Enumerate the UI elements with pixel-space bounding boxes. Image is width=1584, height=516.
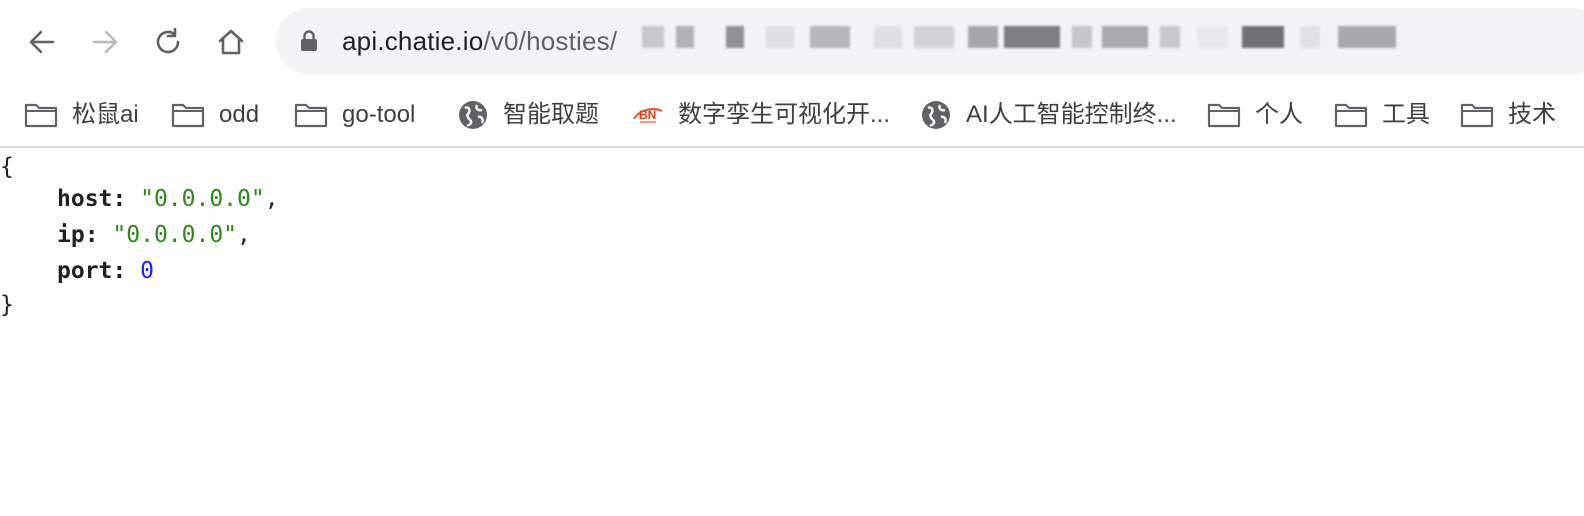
redacted-url-segment bbox=[638, 26, 1408, 56]
bookmarks-bar: 松鼠ai odd go-tool 智能取题 BN 数字孪生可视化开... AI人… bbox=[0, 84, 1584, 148]
globe-icon bbox=[920, 99, 952, 131]
json-comma: , bbox=[264, 186, 279, 212]
bookmark-folder-tools[interactable]: 工具 bbox=[1334, 96, 1430, 134]
bookmark-label: 数字孪生可视化开... bbox=[678, 101, 891, 128]
json-entry-ip: ip: "0.0.0.0", bbox=[57, 222, 251, 248]
json-viewer: { host: "0.0.0.0", ip: "0.0.0.0", port: … bbox=[0, 148, 1584, 516]
reload-icon bbox=[156, 27, 180, 54]
json-entry-port: port: 0 bbox=[57, 258, 154, 284]
bookmark-label: AI人工智能控制终... bbox=[966, 101, 1177, 128]
bookmark-label: 松鼠ai bbox=[72, 101, 139, 128]
bookmark-ai-control[interactable]: AI人工智能控制终... bbox=[920, 96, 1177, 134]
bookmark-digital-twin[interactable]: BN 数字孪生可视化开... bbox=[632, 96, 890, 134]
reload-button[interactable] bbox=[146, 20, 190, 64]
svg-text:BN: BN bbox=[639, 108, 656, 122]
json-value-string: "0.0.0.0" bbox=[112, 222, 238, 248]
bookmark-label: 技术 bbox=[1508, 101, 1556, 128]
bookmark-label: go-tool bbox=[342, 101, 416, 128]
bookmark-label: 智能取题 bbox=[503, 101, 599, 128]
bookmark-folder-tech[interactable]: 技术 bbox=[1460, 96, 1556, 134]
browser-window: api.chatie.io/v0/hosties/ 松鼠ai odd go-to… bbox=[0, 0, 1584, 516]
url-text[interactable]: api.chatie.io/v0/hosties/ bbox=[342, 25, 617, 57]
folder-icon bbox=[1460, 102, 1494, 128]
folder-icon bbox=[24, 102, 58, 128]
bookmark-folder-go-tool[interactable]: go-tool bbox=[294, 96, 415, 134]
bookmark-label: 个人 bbox=[1255, 101, 1303, 128]
browser-toolbar: api.chatie.io/v0/hosties/ bbox=[0, 0, 1584, 84]
arrow-left-icon bbox=[29, 30, 55, 54]
folder-icon bbox=[294, 102, 328, 128]
json-key: host bbox=[57, 186, 113, 212]
bookmark-folder-odd[interactable]: odd bbox=[171, 96, 259, 134]
json-value-number: 0 bbox=[140, 258, 154, 284]
json-value-string: "0.0.0.0" bbox=[140, 186, 265, 212]
forward-button[interactable] bbox=[83, 20, 127, 64]
arrow-right-icon bbox=[92, 30, 118, 54]
json-open-brace: { bbox=[0, 154, 14, 180]
json-entry-host: host: "0.0.0.0", bbox=[57, 186, 279, 212]
bookmark-zhineng-quti[interactable]: 智能取题 bbox=[457, 96, 599, 134]
url-path: /v0/hosties/ bbox=[483, 26, 618, 56]
folder-icon bbox=[1207, 102, 1241, 128]
globe-icon bbox=[457, 99, 489, 131]
folder-icon bbox=[1334, 102, 1368, 128]
home-button[interactable] bbox=[209, 20, 253, 64]
back-button[interactable] bbox=[20, 20, 64, 64]
folder-icon bbox=[171, 102, 205, 128]
json-key: port bbox=[57, 258, 113, 284]
home-icon bbox=[218, 29, 244, 55]
json-close-brace: } bbox=[0, 292, 14, 318]
bookmark-label: 工具 bbox=[1382, 101, 1430, 128]
bookmark-label: odd bbox=[219, 101, 260, 128]
address-bar[interactable]: api.chatie.io/v0/hosties/ bbox=[276, 8, 1584, 74]
json-key: ip bbox=[57, 222, 85, 248]
bookmark-folder-songshu-ai[interactable]: 松鼠ai bbox=[24, 96, 139, 134]
json-comma: , bbox=[237, 222, 251, 248]
url-host: api.chatie.io bbox=[342, 26, 484, 56]
lock-icon[interactable] bbox=[300, 30, 318, 52]
bn-logo-icon: BN bbox=[632, 103, 664, 127]
bookmark-folder-personal[interactable]: 个人 bbox=[1207, 96, 1303, 134]
